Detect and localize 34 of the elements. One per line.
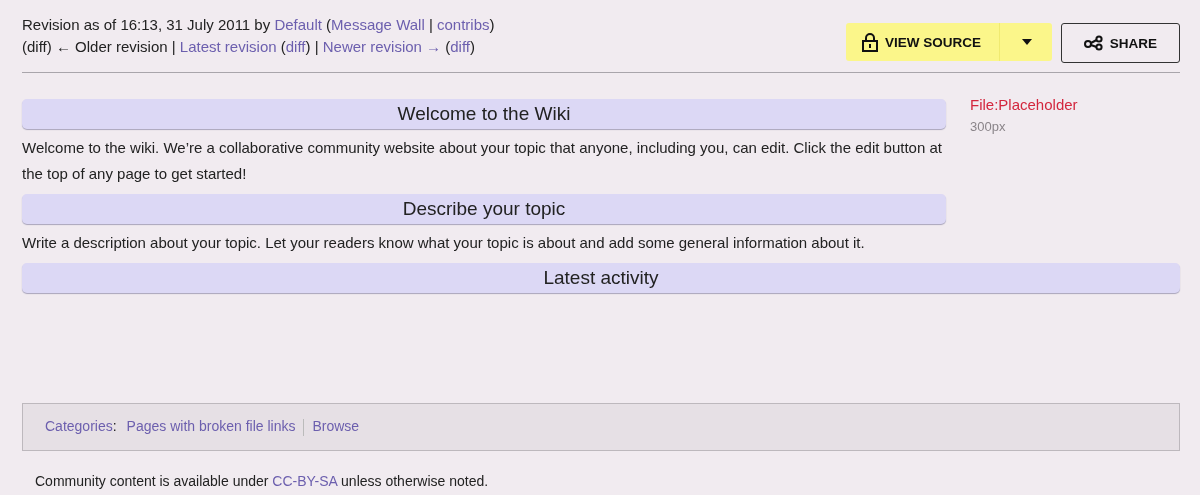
share-icon — [1083, 35, 1104, 51]
section-heading: Describe your topic — [22, 194, 946, 224]
link[interactable]: Default — [274, 16, 322, 33]
revision-text: (diff) ← Older revision | — [22, 38, 177, 55]
caret-icon — [1022, 39, 1032, 45]
revision-text: ) — [489, 16, 495, 33]
revision-text: ( — [325, 16, 332, 33]
categories-link[interactable]: Categories — [45, 418, 113, 434]
colon-text: : — [112, 418, 117, 434]
section-text: Welcome to the wiki. We’re a collaborative community website about your topic that anyone, including you, can edit. Click the edit button at the top of any page to get started! — [22, 138, 943, 184]
link[interactable]: Latest revision — [179, 38, 277, 55]
link[interactable]: diff — [450, 38, 470, 55]
revision-text: ( — [279, 38, 286, 55]
share-button[interactable]: SHARE — [1061, 23, 1180, 63]
revision-text: ) | — [305, 38, 320, 55]
link[interactable]: contribs — [436, 16, 490, 33]
revision-text: Revision as of 16:13, 31 July 2011 by — [22, 16, 272, 33]
section-heading: Latest activity — [22, 263, 1180, 293]
category-link[interactable]: Pages with broken file links — [126, 418, 296, 434]
file-link[interactable]: File:Placeholder — [970, 96, 1180, 113]
lock-icon — [862, 32, 878, 52]
category-link[interactable]: Browse — [312, 418, 360, 434]
link[interactable]: Newer revision → — [322, 38, 442, 55]
link[interactable]: CC-BY-SA — [272, 472, 338, 489]
section-text: Write a description about your topic. Let your readers know what your topic is about and add some general information about it. — [22, 233, 866, 253]
link[interactable]: Message Wall — [331, 16, 425, 33]
revision-text: ( — [444, 38, 451, 55]
footer-text: unless otherwise noted. — [340, 472, 489, 489]
link[interactable]: diff — [285, 38, 306, 55]
footer-text: Community content is available under — [35, 472, 270, 489]
revision-text: ) — [470, 38, 475, 55]
revision-text: | — [427, 16, 434, 33]
image-size-text: 300px — [970, 119, 1007, 134]
section-heading: Welcome to the Wiki — [22, 99, 946, 129]
